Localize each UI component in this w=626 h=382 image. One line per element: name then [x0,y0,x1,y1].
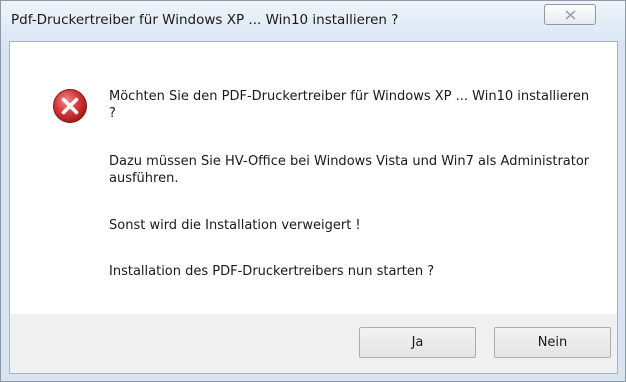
message-line-4: Installation des PDF-Druckertreibers nun… [109,264,435,279]
message-line-1: Möchten Sie den PDF-Druckertreiber für W… [109,89,590,121]
no-button[interactable]: Nein [494,327,611,358]
message-line-3: Sonst wird die Installation verweigert ! [109,218,361,233]
window-title: Pdf-Druckertreiber für Windows XP ... Wi… [11,12,399,28]
message-line-2: Dazu müssen Sie HV-Office bei Windows Vi… [109,154,590,186]
error-icon [53,89,87,123]
dialog-window: Pdf-Druckertreiber für Windows XP ... Wi… [0,0,626,382]
yes-button[interactable]: Ja [359,327,476,358]
dialog-body: Möchten Sie den PDF-Druckertreiber für W… [9,41,618,374]
close-icon [565,10,576,20]
title-bar[interactable]: Pdf-Druckertreiber für Windows XP ... Wi… [1,1,625,41]
close-button[interactable] [544,4,596,25]
message-area: Möchten Sie den PDF-Druckertreiber für W… [10,42,617,314]
